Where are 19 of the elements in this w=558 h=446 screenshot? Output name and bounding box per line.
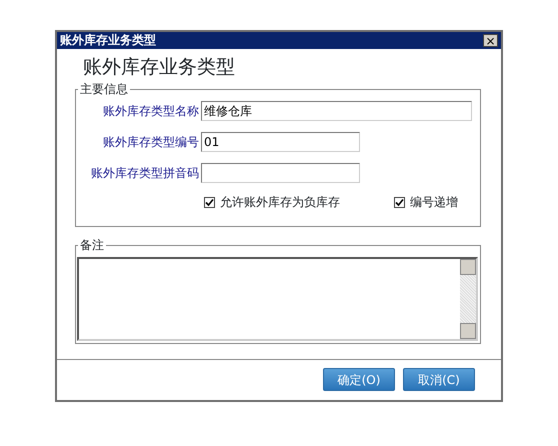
field-label: 账外库存类型编号 [102,134,200,151]
remarks-legend: 备注 [78,238,106,252]
input-field[interactable]: 维修仓库 [201,101,472,121]
dialog-button[interactable]: 确定(O) [323,368,395,391]
input-field[interactable]: 01 [201,132,360,152]
field-label: 账外库存类型拼音码 [90,165,200,182]
window-title: 账外库存业务类型 [60,32,156,49]
group-legend: 主要信息 [78,82,130,96]
checkbox[interactable] [204,196,215,208]
field-label: 账外库存类型名称 [102,103,200,120]
close-button[interactable]: × [483,34,498,47]
checkbox[interactable] [394,196,405,208]
scrollbar[interactable] [460,259,476,339]
input-field[interactable] [201,163,360,183]
dialog-heading: 账外库存业务类型 [83,55,236,79]
remarks-field[interactable] [77,257,478,341]
checkbox-label: 编号递增 [410,194,458,211]
dialog-button[interactable]: 取消(C) [403,368,475,391]
checkbox-label: 允许账外库存为负库存 [220,194,340,211]
